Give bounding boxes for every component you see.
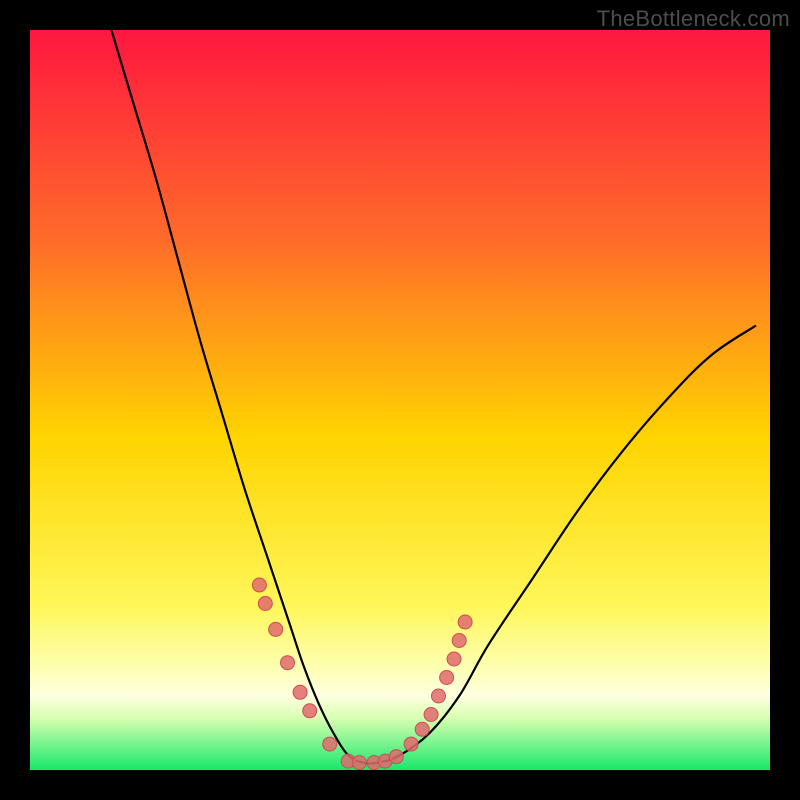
curve-marker	[258, 597, 272, 611]
gradient-background	[30, 30, 770, 770]
curve-marker	[389, 750, 403, 764]
curve-marker	[269, 622, 283, 636]
curve-marker	[424, 708, 438, 722]
curve-marker	[415, 722, 429, 736]
curve-marker	[452, 634, 466, 648]
curve-marker	[447, 652, 461, 666]
curve-marker	[281, 656, 295, 670]
curve-marker	[303, 704, 317, 718]
chart-frame	[30, 30, 770, 770]
curve-marker	[431, 689, 445, 703]
curve-marker	[293, 685, 307, 699]
curve-marker	[323, 737, 337, 751]
curve-marker	[352, 756, 366, 770]
watermark-text: TheBottleneck.com	[597, 6, 790, 32]
curve-marker	[404, 737, 418, 751]
curve-marker	[252, 578, 266, 592]
curve-marker	[458, 615, 472, 629]
curve-marker	[440, 671, 454, 685]
bottleneck-chart	[30, 30, 770, 770]
